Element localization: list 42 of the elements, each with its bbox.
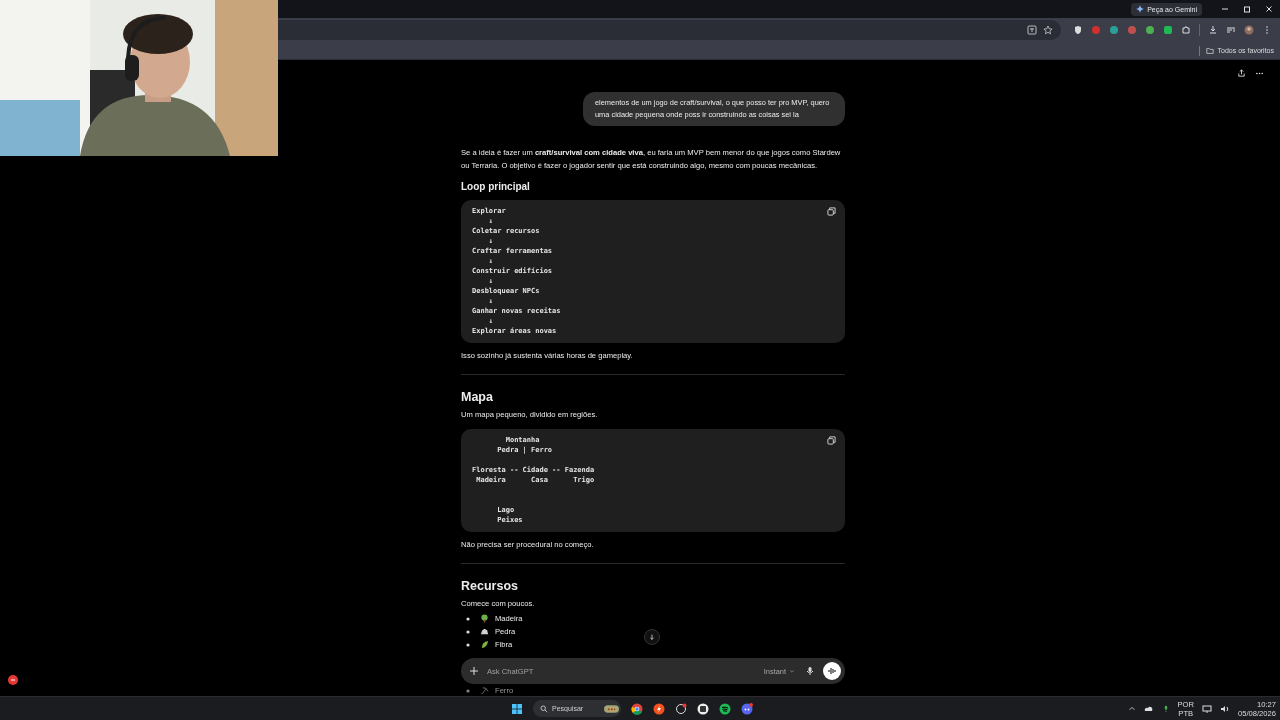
media-icon[interactable] xyxy=(1226,25,1236,35)
share-icon[interactable] xyxy=(1237,69,1246,78)
restore-icon[interactable] xyxy=(1242,4,1252,14)
rock-icon xyxy=(480,627,489,636)
arrow-down-icon xyxy=(648,633,656,641)
notification-icon[interactable] xyxy=(8,675,18,685)
browser-icon[interactable] xyxy=(631,702,643,715)
monitor-icon[interactable] xyxy=(1202,703,1212,714)
windows-icon[interactable] xyxy=(511,702,523,715)
section-heading: Mapa xyxy=(461,389,494,405)
section-heading: Loop principal xyxy=(461,180,531,194)
copy-icon[interactable] xyxy=(827,436,836,445)
close-icon[interactable] xyxy=(1264,4,1274,14)
voice-button[interactable] xyxy=(823,662,841,680)
pickaxe-icon xyxy=(480,686,489,695)
bullet-icon xyxy=(466,642,470,647)
star-icon[interactable] xyxy=(1043,25,1053,35)
folder-icon xyxy=(1205,46,1214,55)
bullet-icon xyxy=(466,616,470,621)
app-icon[interactable] xyxy=(697,702,709,715)
shield-icon[interactable] xyxy=(1073,25,1083,35)
waveform-icon xyxy=(827,666,837,676)
microphone-icon[interactable] xyxy=(805,666,815,676)
chat-app-icon[interactable] xyxy=(741,702,753,715)
leaf-icon xyxy=(480,640,489,649)
avatar-icon[interactable] xyxy=(1244,25,1254,35)
section-heading: Recursos xyxy=(461,578,519,594)
app-icon[interactable] xyxy=(675,702,687,715)
copy-icon[interactable] xyxy=(827,207,836,216)
bullet-icon xyxy=(466,688,470,693)
chevron-up-icon[interactable] xyxy=(1127,704,1136,713)
sparkle-icon xyxy=(1136,5,1145,13)
app-icon[interactable] xyxy=(653,702,665,715)
tree-icon xyxy=(480,614,489,623)
music-app-icon[interactable] xyxy=(719,702,731,715)
search-icon xyxy=(540,704,548,713)
scroll-down-button[interactable] xyxy=(644,629,660,645)
caret-icon xyxy=(789,668,795,674)
plus-icon[interactable] xyxy=(469,666,479,676)
bullet-icon xyxy=(466,629,470,634)
translate-icon[interactable] xyxy=(1027,25,1037,35)
download-icon[interactable] xyxy=(1208,25,1218,35)
